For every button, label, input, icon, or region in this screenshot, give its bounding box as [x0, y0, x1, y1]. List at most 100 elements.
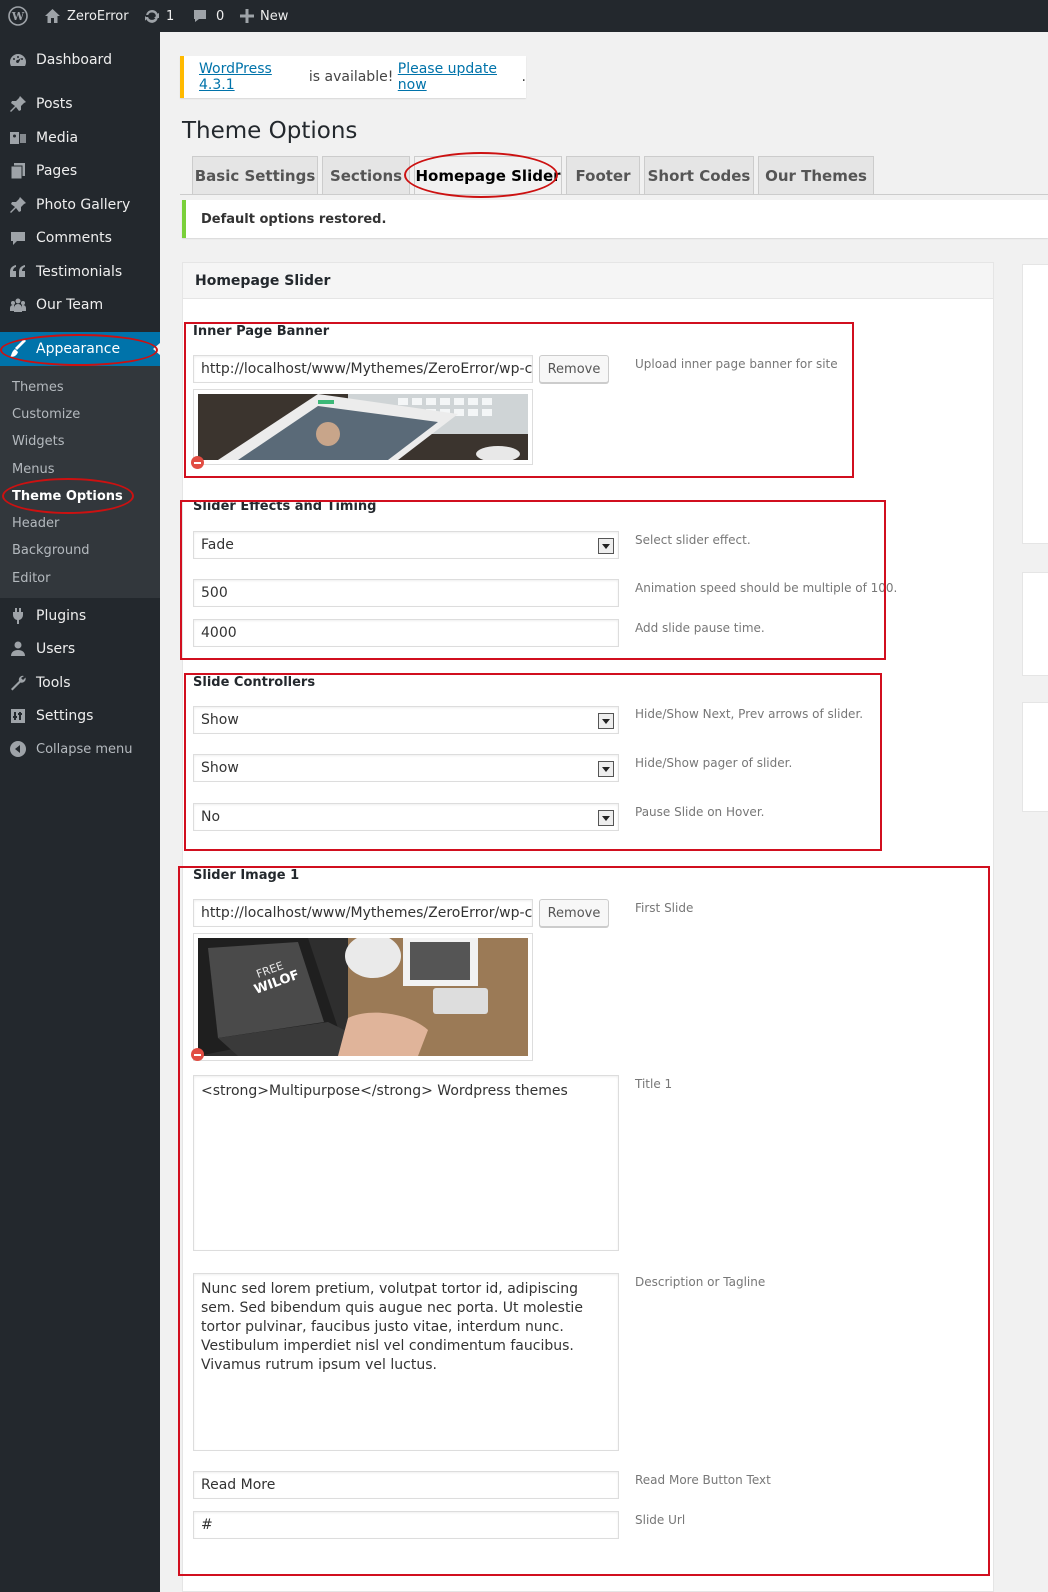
- banner-description: Upload inner page banner for site: [635, 357, 838, 371]
- submenu-header[interactable]: Header: [12, 516, 59, 531]
- new-label: New: [260, 8, 289, 24]
- tab-short-codes[interactable]: Short Codes: [644, 156, 754, 194]
- submenu-widgets[interactable]: Widgets: [12, 434, 65, 449]
- slide1-title-textarea[interactable]: <strong>Multipurpose</strong> Wordpress …: [193, 1075, 619, 1251]
- active-arrow: [153, 343, 160, 355]
- menu-testimonials[interactable]: Testimonials: [0, 255, 160, 289]
- submenu-menus[interactable]: Menus: [12, 462, 54, 477]
- updates-icon: [144, 8, 160, 24]
- tab-homepage-slider[interactable]: Homepage Slider: [414, 156, 562, 194]
- slide1-section-title: Slider Image 1: [193, 868, 300, 883]
- slide1-remove-dot-icon[interactable]: [191, 1048, 204, 1061]
- effect-description: Select slider effect.: [635, 533, 751, 547]
- pager-select[interactable]: Show: [193, 754, 619, 782]
- arrows-description: Hide/Show Next, Prev arrows of slider.: [635, 707, 864, 721]
- tab-sections[interactable]: Sections: [322, 156, 410, 194]
- menu-users[interactable]: Users: [0, 632, 160, 666]
- slide1-description: First Slide: [635, 901, 694, 915]
- homepage-slider-panel: Homepage Slider Inner Page Banner http:/…: [182, 262, 994, 1592]
- update-notice: WordPress 4.3.1 is available! Please upd…: [180, 56, 526, 98]
- slide1-button-text-description: Read More Button Text: [635, 1473, 771, 1487]
- pages-icon: [0, 162, 36, 180]
- arrows-select[interactable]: Show: [193, 706, 619, 734]
- slide1-image: FREE WILOF: [193, 933, 533, 1061]
- pin-icon: [0, 196, 36, 214]
- submenu-editor[interactable]: Editor: [12, 571, 50, 586]
- menu-tools[interactable]: Tools: [0, 666, 160, 700]
- wordpress-logo-icon[interactable]: W: [8, 0, 30, 32]
- slide1-url-input[interactable]: http://localhost/www/Mythemes/ZeroError/…: [193, 899, 533, 927]
- groups-icon: [0, 296, 36, 314]
- menu-settings[interactable]: Settings: [0, 699, 160, 733]
- menu-dashboard[interactable]: Dashboard: [0, 43, 160, 77]
- hover-pause-select[interactable]: No: [193, 803, 619, 831]
- panel-title: Homepage Slider: [183, 263, 993, 299]
- menu-comments[interactable]: Comments: [0, 221, 160, 255]
- slide1-button-text-input[interactable]: Read More: [193, 1471, 619, 1499]
- wordpress-version-link[interactable]: WordPress 4.3.1: [199, 61, 304, 93]
- page-title: Theme Options: [182, 118, 358, 144]
- menu-our-team[interactable]: Our Team: [0, 288, 160, 322]
- dashboard-icon: [0, 51, 36, 69]
- slide1-remove-button[interactable]: Remove: [539, 899, 609, 927]
- dropdown-arrow-icon: [598, 538, 614, 554]
- slide1-title-description: Title 1: [635, 1077, 673, 1091]
- tab-footer[interactable]: Footer: [566, 156, 640, 194]
- menu-posts[interactable]: Posts: [0, 87, 160, 121]
- pager-description: Hide/Show pager of slider.: [635, 756, 793, 770]
- collapse-icon: [0, 740, 36, 758]
- submenu-theme-options[interactable]: Theme Options: [12, 489, 123, 504]
- comment-icon: [192, 8, 208, 24]
- updates-link[interactable]: 1: [144, 0, 174, 32]
- slide1-url-description: Slide Url: [635, 1513, 686, 1527]
- pause-time-input[interactable]: 4000: [193, 619, 619, 647]
- banner-url-input[interactable]: http://localhost/www/Mythemes/ZeroError/…: [193, 355, 533, 383]
- admin-bar: W ZeroError 1 0 New: [0, 0, 1048, 32]
- updates-count: 1: [166, 8, 175, 24]
- site-name-link[interactable]: ZeroError: [44, 0, 129, 32]
- slide1-tagline-textarea[interactable]: Nunc sed lorem pretium, volutpat tortor …: [193, 1273, 619, 1451]
- wrench-icon: [0, 674, 36, 692]
- media-icon: [0, 129, 36, 147]
- comments-link[interactable]: 0: [192, 0, 224, 32]
- submenu-customize[interactable]: Customize: [12, 407, 80, 422]
- banner-image: [193, 389, 533, 465]
- menu-collapse[interactable]: Collapse menu: [0, 732, 160, 766]
- slider-effect-select[interactable]: Fade: [193, 531, 619, 559]
- right-sidebar-box: [1022, 702, 1048, 812]
- speed-description: Animation speed should be multiple of 10…: [635, 581, 898, 595]
- banner-remove-button[interactable]: Remove: [539, 355, 609, 383]
- tab-basic-settings[interactable]: Basic Settings: [192, 156, 318, 194]
- submenu-themes[interactable]: Themes: [12, 380, 64, 395]
- menu-pages[interactable]: Pages: [0, 154, 160, 188]
- dropdown-arrow-icon: [598, 761, 614, 777]
- banner-section-title: Inner Page Banner: [193, 324, 330, 339]
- dropdown-arrow-icon: [598, 713, 614, 729]
- menu-photo-gallery[interactable]: Photo Gallery: [0, 188, 160, 222]
- menu-media[interactable]: Media: [0, 121, 160, 155]
- menu-plugins[interactable]: Plugins: [0, 599, 160, 633]
- update-now-link[interactable]: Please update now: [398, 61, 522, 93]
- comments-count: 0: [216, 8, 225, 24]
- right-sidebar-box: [1022, 264, 1048, 544]
- banner-remove-dot-icon[interactable]: [191, 456, 204, 469]
- comment-icon: [0, 229, 36, 247]
- submenu-background[interactable]: Background: [12, 543, 90, 558]
- menu-appearance[interactable]: Appearance: [0, 332, 160, 366]
- hover-description: Pause Slide on Hover.: [635, 805, 765, 819]
- banner-image-graphic: [198, 394, 528, 462]
- new-content-link[interactable]: New: [240, 0, 288, 32]
- slide1-url-field[interactable]: #: [193, 1511, 619, 1539]
- main-content: WordPress 4.3.1 is available! Please upd…: [160, 32, 1048, 1592]
- effects-section-title: Slider Effects and Timing: [193, 499, 377, 514]
- animation-speed-input[interactable]: 500: [193, 579, 619, 607]
- slide1-image-graphic: FREE WILOF: [198, 934, 528, 1056]
- quote-icon: [0, 263, 36, 281]
- pause-description: Add slide pause time.: [635, 621, 765, 635]
- tab-our-themes[interactable]: Our Themes: [758, 156, 874, 194]
- svg-text:W: W: [11, 10, 25, 23]
- slide1-tagline-description: Description or Tagline: [635, 1275, 766, 1289]
- controllers-section-title: Slide Controllers: [193, 675, 316, 690]
- tabs-divider: [180, 194, 1048, 195]
- users-icon: [0, 640, 36, 658]
